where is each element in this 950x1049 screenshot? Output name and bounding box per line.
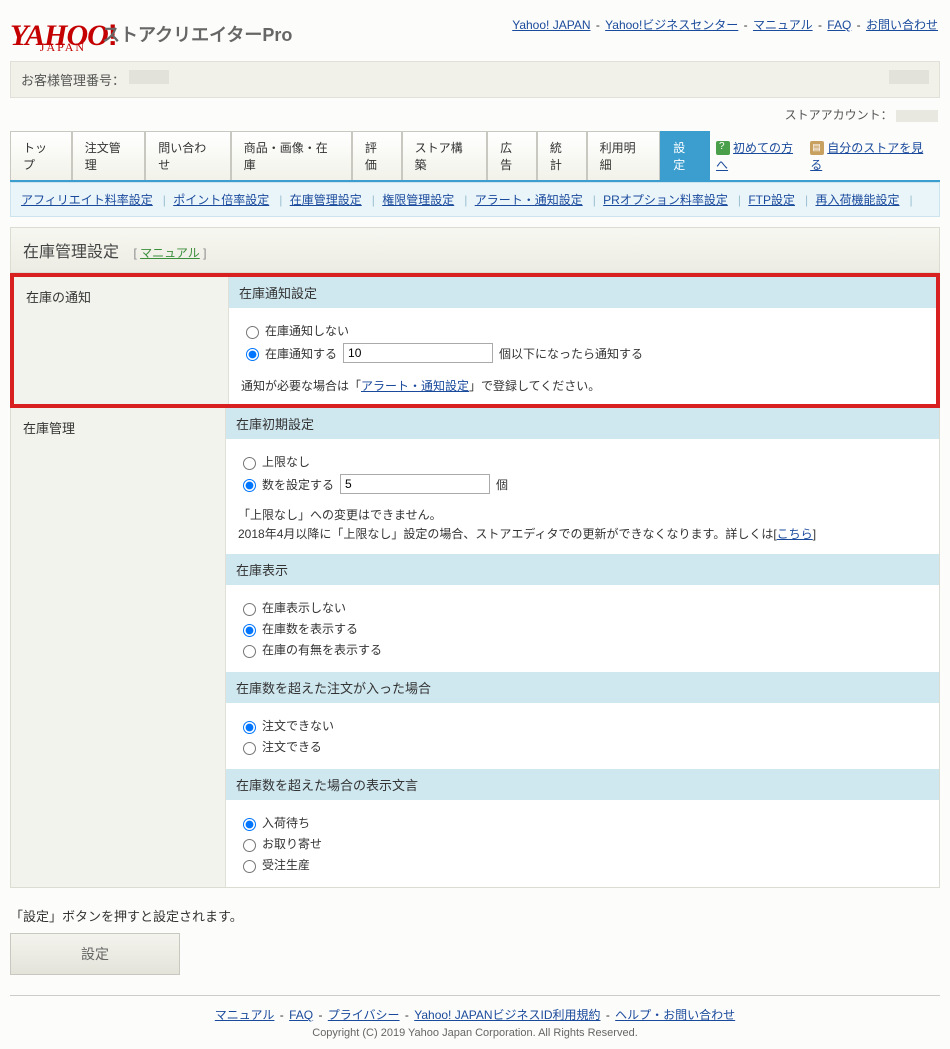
header: YAHOO! JAPAN ストアクリエイターPro Yahoo! JAPAN -… — [0, 0, 950, 61]
link-view-store[interactable]: 自分のストアを見る — [810, 141, 923, 172]
store-account-label: ストアアカウント： — [785, 108, 893, 122]
submit-button[interactable]: 設定 — [10, 933, 180, 975]
tab-usage[interactable]: 利用明細 — [587, 131, 661, 180]
subhead-overtext: 在庫数を超えた場合の表示文言 — [226, 769, 939, 800]
label-txt-wait: 入荷待ち — [262, 814, 310, 831]
tab-extras: 初めての方へ 自分のストアを見る — [710, 131, 940, 180]
customer-bar-right-blank — [889, 70, 929, 84]
page-title-bar: 在庫管理設定 [ マニュアル ] — [10, 227, 940, 273]
page-title: 在庫管理設定 — [23, 244, 119, 261]
customer-number-label: お客様管理番号： — [21, 70, 125, 89]
input-init-value[interactable] — [340, 474, 490, 494]
help-icon — [716, 141, 730, 155]
logo-japan: JAPAN — [40, 40, 86, 55]
radio-init-nolimit[interactable] — [243, 457, 256, 470]
subhead-notify-settings: 在庫通知設定 — [229, 277, 936, 308]
tab-stats[interactable]: 統計 — [537, 131, 587, 180]
init-note: 「上限なし」への変更はできません。 2018年4月以降に「上限なし」設定の場合、… — [238, 506, 927, 544]
radio-disp-count[interactable] — [243, 624, 256, 637]
section-stock-manage-label: 在庫管理 — [11, 408, 226, 887]
subnav-permissions[interactable]: 権限管理設定 — [382, 193, 454, 207]
label-init-setnum: 数を設定する — [262, 476, 334, 493]
tab-top[interactable]: トップ — [10, 131, 72, 180]
radio-disp-none[interactable] — [243, 603, 256, 616]
tab-settings[interactable]: 設定 — [660, 131, 710, 180]
store-account-line: ストアアカウント： — [0, 102, 950, 131]
tab-products[interactable]: 商品・画像・在庫 — [231, 131, 352, 180]
footer-help[interactable]: ヘルプ・お問い合わせ — [615, 1008, 735, 1022]
tab-orders[interactable]: 注文管理 — [72, 131, 146, 180]
radio-over-yes[interactable] — [243, 742, 256, 755]
radio-init-setnum[interactable] — [243, 479, 256, 492]
subnav-affiliate[interactable]: アフィリエイト料率設定 — [21, 193, 153, 207]
submit-hint: 「設定」ボタンを押すと設定されます。 — [10, 906, 940, 925]
link-init-detail[interactable]: こちら — [777, 527, 813, 541]
tab-store-build[interactable]: ストア構築 — [402, 131, 487, 180]
label-disp-none: 在庫表示しない — [262, 599, 346, 616]
label-txt-order: お取り寄せ — [262, 835, 322, 852]
label-init-suffix: 個 — [496, 476, 508, 493]
label-over-yes: 注文できる — [262, 738, 322, 755]
footer-privacy[interactable]: プライバシー — [328, 1008, 400, 1022]
link-manual[interactable]: マニュアル — [753, 18, 813, 32]
logo: YAHOO! JAPAN ストアクリエイターPro — [10, 10, 292, 53]
tab-rating[interactable]: 評価 — [352, 131, 402, 180]
label-disp-flag: 在庫の有無を表示する — [262, 641, 382, 658]
subhead-display: 在庫表示 — [226, 554, 939, 585]
footer: マニュアル - FAQ - プライバシー - Yahoo! JAPANビジネスI… — [10, 995, 940, 1049]
customer-number-value — [129, 70, 169, 84]
tab-inquiry[interactable]: 問い合わせ — [145, 131, 230, 180]
subnav-alerts[interactable]: アラート・通知設定 — [475, 193, 583, 207]
label-init-nolimit: 上限なし — [262, 453, 310, 470]
section-stock-notify-label: 在庫の通知 — [14, 277, 229, 404]
link-faq[interactable]: FAQ — [827, 18, 851, 32]
notify-note: 通知が必要な場合は「アラート・通知設定」で登録してください。 — [241, 377, 924, 394]
subhead-overstock: 在庫数を超えた注文が入った場合 — [226, 672, 939, 703]
input-notify-threshold[interactable] — [343, 343, 493, 363]
top-links: Yahoo! JAPAN - Yahoo!ビジネスセンター - マニュアル - … — [510, 10, 940, 33]
radio-notify-none[interactable] — [246, 326, 259, 339]
footer-tos[interactable]: Yahoo! JAPANビジネスID利用規約 — [414, 1008, 600, 1022]
subnav-pr-option[interactable]: PRオプション料率設定 — [603, 193, 728, 207]
radio-txt-made[interactable] — [243, 860, 256, 873]
tab-ads[interactable]: 広告 — [487, 131, 537, 180]
footer-faq[interactable]: FAQ — [289, 1008, 313, 1022]
label-notify-none: 在庫通知しない — [265, 322, 349, 339]
label-notify-do: 在庫通知する — [265, 345, 337, 362]
product-name: ストアクリエイターPro — [102, 21, 292, 47]
radio-over-no[interactable] — [243, 721, 256, 734]
radio-txt-order[interactable] — [243, 839, 256, 852]
subnav-ftp[interactable]: FTP設定 — [748, 193, 795, 207]
radio-disp-flag[interactable] — [243, 645, 256, 658]
subnav-stock[interactable]: 在庫管理設定 — [290, 193, 362, 207]
customer-number-bar: お客様管理番号： — [10, 61, 940, 98]
store-icon — [810, 141, 824, 155]
main-tabs: トップ 注文管理 問い合わせ 商品・画像・在庫 評価 ストア構築 広告 統計 利… — [10, 131, 940, 182]
section-stock-notify: 在庫の通知 在庫通知設定 在庫通知しない 在庫通知する 個以下になったら通知する… — [10, 273, 940, 408]
link-contact[interactable]: お問い合わせ — [866, 18, 938, 32]
subhead-init: 在庫初期設定 — [226, 408, 939, 439]
label-over-no: 注文できない — [262, 717, 334, 734]
link-business-center[interactable]: Yahoo!ビジネスセンター — [605, 18, 738, 32]
submit-area: 「設定」ボタンを押すと設定されます。 設定 — [10, 906, 940, 975]
label-disp-count: 在庫数を表示する — [262, 620, 358, 637]
label-txt-made: 受注生産 — [262, 856, 310, 873]
subnav-points[interactable]: ポイント倍率設定 — [173, 193, 269, 207]
radio-notify-do[interactable] — [246, 348, 259, 361]
link-yahoo-japan[interactable]: Yahoo! JAPAN — [512, 18, 590, 32]
footer-copyright: Copyright (C) 2019 Yahoo Japan Corporati… — [10, 1027, 940, 1039]
section-stock-manage: 在庫管理 在庫初期設定 上限なし 数を設定する 個 「上限なし」への変更はできま… — [10, 408, 940, 888]
label-notify-suffix: 個以下になったら通知する — [499, 345, 643, 362]
settings-subnav: アフィリエイト料率設定| ポイント倍率設定| 在庫管理設定| 権限管理設定| ア… — [10, 182, 940, 217]
store-account-value — [896, 110, 938, 122]
subnav-restock[interactable]: 再入荷機能設定 — [815, 193, 899, 207]
footer-manual[interactable]: マニュアル — [215, 1008, 275, 1022]
radio-txt-wait[interactable] — [243, 818, 256, 831]
title-manual-link[interactable]: マニュアル — [140, 246, 200, 260]
link-alert-settings[interactable]: アラート・通知設定 — [361, 379, 469, 393]
